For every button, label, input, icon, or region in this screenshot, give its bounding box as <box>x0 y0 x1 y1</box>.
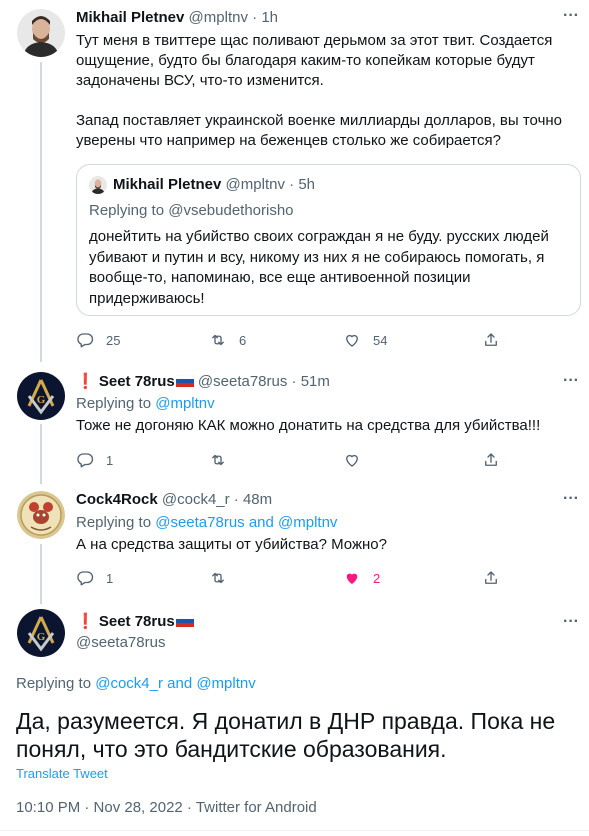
thread-connector-line <box>40 62 42 362</box>
replying-prefix: Replying to <box>76 514 152 531</box>
svg-text:G: G <box>37 631 46 643</box>
display-name[interactable]: Seet 78rus <box>99 373 175 390</box>
share-icon <box>485 453 497 466</box>
quoted-display-name: Mikhail Pletnev <box>113 176 222 193</box>
tweet-actions: 25 6 54 <box>76 330 516 352</box>
quoted-username: @mpltnv <box>225 176 285 193</box>
quoted-replying-to: Replying to @vsebudethorisho <box>89 201 294 221</box>
like-icon-filled <box>346 573 358 584</box>
tweet-time[interactable]: 51m <box>301 373 330 390</box>
replying-prefix: Replying to <box>89 202 165 219</box>
reply-icon <box>77 571 94 586</box>
replying-handle-link[interactable]: @cock4_r and @mpltnv <box>95 675 256 692</box>
replying-handle-link[interactable]: @seeta78rus and @mpltnv <box>155 514 337 531</box>
quoted-header: Mikhail Pletnev @mpltnv · 5h <box>113 175 315 195</box>
tweet-seeta78rus[interactable]: G ❗ Seet 78rus @seeta78rus · 51m Replyin… <box>0 368 589 486</box>
tweet-text: А на средства защиты от убийства? Можно? <box>76 536 387 553</box>
retweet-button[interactable] <box>209 568 227 588</box>
reply-count: 1 <box>106 452 114 468</box>
avatar-cock4_r[interactable] <box>17 491 65 539</box>
tweet-cock4_r[interactable]: Cock4Rock @cock4_r · 48m Replying to @se… <box>0 486 589 604</box>
like-count: 54 <box>373 332 388 348</box>
share-icon <box>485 333 497 346</box>
like-button[interactable]: 54 <box>343 330 387 350</box>
like-button[interactable] <box>343 450 361 470</box>
reply-icon <box>77 333 94 348</box>
retweet-icon <box>212 454 224 466</box>
russia-flag-icon <box>175 375 194 387</box>
tweet-text: Да, разумеется. Я донатил в ДНР правда. … <box>16 708 556 762</box>
tweet-timestamp[interactable]: 10:10 PM · Nov 28, 2022 · Twitter for An… <box>16 799 317 816</box>
tweet-mpltnv[interactable]: Mikhail Pletnev @mpltnv · 1h Тут меня в … <box>0 0 589 368</box>
display-name[interactable]: Mikhail Pletnev <box>76 9 184 26</box>
tweet-actions: 1 2 <box>76 568 516 590</box>
replying-to: Replying to @mpltnv <box>76 394 573 414</box>
russia-flag-icon <box>175 615 194 627</box>
quoted-time: 5h <box>298 176 315 193</box>
tweet-time[interactable]: 48m <box>243 491 272 508</box>
quoted-text: донейтить на убийство своих сограждан я … <box>89 228 553 307</box>
focused-author[interactable]: ❗ Seet 78rus @seeta78rus <box>76 612 194 653</box>
tweet-text: Тоже не догоняю КАК можно донатить на ср… <box>76 417 541 434</box>
tweet-header: Cock4Rock @cock4_r · 48m <box>76 490 573 510</box>
tweet-text: Тут меня в твиттере щас поливают дерьмом… <box>76 32 563 149</box>
more-icon[interactable]: ··· <box>561 614 581 635</box>
focused-tweet: G ❗ Seet 78rus @seeta78rus ··· Replying … <box>0 604 589 836</box>
separator-dot: · <box>252 9 258 26</box>
tweet-time[interactable]: 1h <box>261 9 278 26</box>
username[interactable]: @seeta78rus <box>76 633 194 653</box>
replying-handle: @vsebudethorisho <box>168 202 294 219</box>
replying-to: Replying to @cock4_r and @mpltnv <box>16 674 256 694</box>
replying-prefix: Replying to <box>76 395 152 412</box>
separator-dot: · <box>233 491 239 508</box>
replying-handle-link[interactable]: @mpltnv <box>155 395 214 412</box>
exclamation-emoji: ❗ <box>76 373 95 390</box>
replying-to: Replying to @seeta78rus and @mpltnv <box>76 513 573 533</box>
reply-button[interactable]: 25 <box>76 330 120 350</box>
display-name[interactable]: Cock4Rock <box>76 491 158 508</box>
reply-count: 1 <box>106 570 114 586</box>
reply-button[interactable]: 1 <box>76 568 113 588</box>
thread-connector-line <box>40 424 42 484</box>
translate-tweet-link[interactable]: Translate Tweet <box>16 766 108 781</box>
username[interactable]: @mpltnv <box>189 9 248 26</box>
svg-text:G: G <box>37 394 46 406</box>
thread-connector-line <box>40 544 42 604</box>
tweet-actions: 1 <box>76 450 516 472</box>
more-icon[interactable]: ··· <box>561 491 581 512</box>
username[interactable]: @cock4_r <box>162 491 230 508</box>
like-count: 2 <box>373 570 381 586</box>
tweet-header: ❗ Seet 78rus @seeta78rus · 51m <box>76 372 573 392</box>
separator-dot: · <box>289 176 295 193</box>
more-icon[interactable]: ··· <box>561 373 581 394</box>
divider <box>0 830 589 831</box>
reply-button[interactable]: 1 <box>76 450 113 470</box>
avatar-mpltnv[interactable] <box>17 9 65 57</box>
retweet-count: 6 <box>239 332 247 348</box>
username[interactable]: @seeta78rus <box>198 373 287 390</box>
display-name[interactable]: Seet 78rus <box>99 613 175 630</box>
retweet-button[interactable] <box>209 450 227 470</box>
share-icon <box>485 571 497 584</box>
retweet-button[interactable]: 6 <box>209 330 246 350</box>
retweet-icon <box>212 334 224 346</box>
tweet-header: Mikhail Pletnev @mpltnv · 1h <box>76 8 573 28</box>
like-icon <box>346 454 358 467</box>
exclamation-emoji: ❗ <box>76 613 95 630</box>
quoted-tweet[interactable]: Mikhail Pletnev @mpltnv · 5h Replying to… <box>76 164 581 316</box>
separator-dot: · <box>291 373 297 390</box>
like-button[interactable]: 2 <box>343 568 380 588</box>
quoted-avatar <box>89 176 107 194</box>
reply-icon <box>77 453 94 468</box>
replying-prefix: Replying to <box>16 675 92 692</box>
share-button[interactable] <box>482 450 500 470</box>
avatar-seeta78rus[interactable]: G <box>17 609 65 657</box>
share-button[interactable] <box>482 330 500 350</box>
like-icon <box>346 334 358 347</box>
retweet-icon <box>212 572 224 584</box>
more-icon[interactable]: ··· <box>561 8 581 29</box>
reply-count: 25 <box>106 332 121 348</box>
avatar-seeta78rus[interactable]: G <box>17 372 65 420</box>
share-button[interactable] <box>482 568 500 588</box>
